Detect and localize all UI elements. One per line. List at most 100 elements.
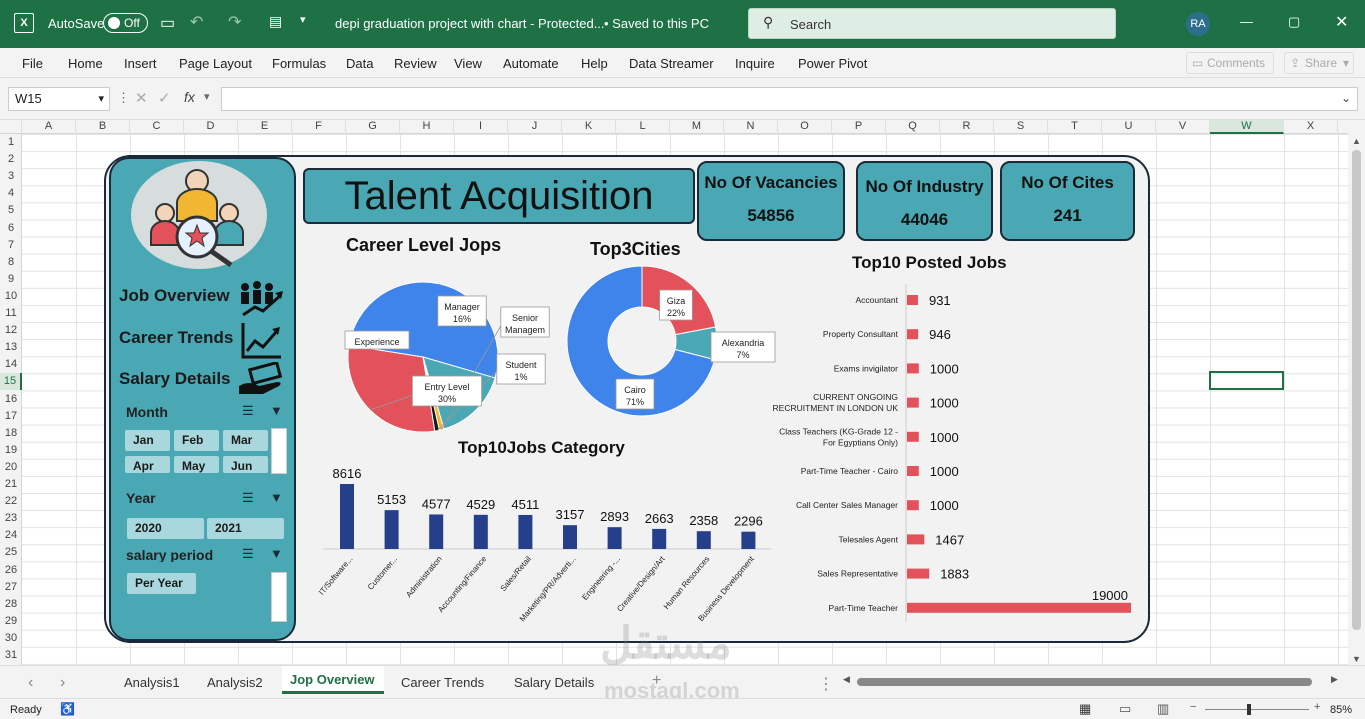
column-header-k[interactable]: K bbox=[562, 120, 616, 134]
slicer-scrollbar[interactable] bbox=[271, 572, 287, 622]
menu-formulas[interactable]: Formulas bbox=[272, 56, 326, 71]
column-header-v[interactable]: V bbox=[1156, 120, 1210, 134]
scroll-thumb[interactable] bbox=[857, 678, 1312, 686]
column-header-o[interactable]: O bbox=[778, 120, 832, 134]
column-header-m[interactable]: M bbox=[670, 120, 724, 134]
column-header-q[interactable]: Q bbox=[886, 120, 940, 134]
column-header-n[interactable]: N bbox=[724, 120, 778, 134]
selected-cell[interactable] bbox=[1209, 371, 1284, 390]
quick-access-icon[interactable]: ▤ bbox=[269, 13, 282, 30]
row-header-21[interactable]: 21 bbox=[0, 476, 22, 493]
autosave-toggle[interactable]: Off bbox=[103, 13, 148, 33]
row-header-18[interactable]: 18 bbox=[0, 425, 22, 442]
multi-select-icon[interactable]: ☰ bbox=[242, 490, 254, 506]
row-header-11[interactable]: 11 bbox=[0, 305, 22, 322]
menu-review[interactable]: Review bbox=[394, 56, 437, 71]
slicer-item-2021[interactable]: 2021 bbox=[207, 518, 284, 539]
row-header-25[interactable]: 25 bbox=[0, 544, 22, 561]
slicer-item-apr[interactable]: Apr bbox=[125, 456, 170, 473]
row-header-30[interactable]: 30 bbox=[0, 630, 22, 647]
avatar[interactable]: RA bbox=[1186, 12, 1210, 36]
vertical-scrollbar[interactable]: ▲ ▼ bbox=[1348, 120, 1365, 665]
more-icon[interactable]: ⋮ bbox=[818, 674, 834, 694]
column-header-r[interactable]: R bbox=[940, 120, 994, 134]
scroll-up-icon[interactable]: ▲ bbox=[1352, 136, 1361, 146]
zoom-in-icon[interactable]: + bbox=[1314, 701, 1320, 713]
tab-jop-overview-active[interactable]: Jop Overview bbox=[282, 666, 384, 694]
row-header-6[interactable]: 6 bbox=[0, 220, 22, 237]
slicer-item-jun[interactable]: Jun bbox=[223, 456, 268, 473]
row-header-15[interactable]: 15 bbox=[0, 373, 22, 391]
row-header-10[interactable]: 10 bbox=[0, 288, 22, 305]
formula-input[interactable]: ⌄ bbox=[221, 87, 1358, 111]
column-header-d[interactable]: D bbox=[184, 120, 238, 134]
column-header-s[interactable]: S bbox=[994, 120, 1048, 134]
horizontal-scrollbar[interactable]: ◀ ▶ bbox=[843, 674, 1343, 688]
redo-icon[interactable]: ↷ bbox=[228, 12, 241, 32]
row-header-20[interactable]: 20 bbox=[0, 459, 22, 476]
row-header-28[interactable]: 28 bbox=[0, 596, 22, 613]
column-header-t[interactable]: T bbox=[1048, 120, 1102, 134]
scroll-left-icon[interactable]: ◀ bbox=[843, 674, 850, 685]
column-header-p[interactable]: P bbox=[832, 120, 886, 134]
column-header-h[interactable]: H bbox=[400, 120, 454, 134]
zoom-out-icon[interactable]: − bbox=[1190, 701, 1196, 713]
row-header-13[interactable]: 13 bbox=[0, 339, 22, 356]
row-header-29[interactable]: 29 bbox=[0, 613, 22, 630]
row-header-5[interactable]: 5 bbox=[0, 202, 22, 219]
accessibility-icon[interactable]: ♿ bbox=[60, 702, 75, 716]
row-header-14[interactable]: 14 bbox=[0, 356, 22, 373]
slicer-item-mar[interactable]: Mar bbox=[223, 430, 268, 451]
row-header-7[interactable]: 7 bbox=[0, 237, 22, 254]
undo-icon[interactable]: ↶ bbox=[190, 12, 203, 32]
scroll-right-icon[interactable]: ▶ bbox=[1331, 674, 1338, 685]
tab-prev-icon[interactable]: ‹ bbox=[28, 674, 33, 692]
column-header-a[interactable]: A bbox=[22, 120, 76, 134]
zoom-slider-thumb[interactable] bbox=[1247, 704, 1251, 715]
page-layout-view-icon[interactable]: ▭ bbox=[1119, 701, 1131, 717]
tab-next-icon[interactable]: › bbox=[60, 674, 65, 692]
nav-job-overview[interactable]: Job Overview bbox=[119, 286, 230, 306]
menu-help[interactable]: Help bbox=[581, 56, 608, 71]
menu-view[interactable]: View bbox=[454, 56, 482, 71]
slicer-item-jan[interactable]: Jan bbox=[125, 430, 170, 451]
row-header-26[interactable]: 26 bbox=[0, 562, 22, 579]
menu-page-layout[interactable]: Page Layout bbox=[179, 56, 252, 71]
multi-select-icon[interactable]: ☰ bbox=[242, 546, 254, 562]
scroll-down-icon[interactable]: ▼ bbox=[1352, 654, 1361, 664]
maximize-icon[interactable]: ▢ bbox=[1288, 14, 1300, 30]
column-header-g[interactable]: G bbox=[346, 120, 400, 134]
zoom-level[interactable]: 85% bbox=[1330, 704, 1352, 716]
expand-formula-icon[interactable]: ⌄ bbox=[1341, 91, 1351, 105]
row-header-17[interactable]: 17 bbox=[0, 408, 22, 425]
slicer-item-2020[interactable]: 2020 bbox=[127, 518, 204, 539]
menu-insert[interactable]: Insert bbox=[124, 56, 157, 71]
menu-data-streamer[interactable]: Data Streamer bbox=[629, 56, 714, 71]
column-header-x[interactable]: X bbox=[1284, 120, 1338, 134]
menu-power-pivot[interactable]: Power Pivot bbox=[798, 56, 867, 71]
select-all-corner[interactable] bbox=[0, 120, 22, 134]
row-header-27[interactable]: 27 bbox=[0, 579, 22, 596]
comments-button[interactable]: ▭ Comments bbox=[1186, 52, 1274, 74]
scroll-thumb[interactable] bbox=[1352, 150, 1361, 630]
column-header-e[interactable]: E bbox=[238, 120, 292, 134]
slicer-scrollbar[interactable] bbox=[271, 428, 287, 474]
column-header-f[interactable]: F bbox=[292, 120, 346, 134]
row-header-8[interactable]: 8 bbox=[0, 254, 22, 271]
clear-filter-icon[interactable]: ▼ bbox=[270, 403, 283, 418]
normal-view-icon[interactable]: ▦ bbox=[1079, 701, 1091, 717]
menu-automate[interactable]: Automate bbox=[503, 56, 559, 71]
name-box[interactable]: W15 ▾ bbox=[8, 87, 110, 111]
menu-file[interactable]: File bbox=[22, 56, 43, 71]
page-break-view-icon[interactable]: ▥ bbox=[1157, 701, 1169, 717]
slicer-item-feb[interactable]: Feb bbox=[174, 430, 219, 451]
tab-analysis2[interactable]: Analysis2 bbox=[207, 675, 263, 690]
enter-icon[interactable]: ✓ bbox=[158, 89, 171, 107]
menu-inquire[interactable]: Inquire bbox=[735, 56, 775, 71]
share-button[interactable]: ⇪ Share ▾ bbox=[1284, 52, 1354, 74]
row-header-16[interactable]: 16 bbox=[0, 391, 22, 408]
row-header-23[interactable]: 23 bbox=[0, 510, 22, 527]
tab-salary-details[interactable]: Salary Details bbox=[514, 675, 594, 690]
column-header-l[interactable]: L bbox=[616, 120, 670, 134]
search-box[interactable]: ⚲ Search bbox=[748, 8, 1116, 39]
